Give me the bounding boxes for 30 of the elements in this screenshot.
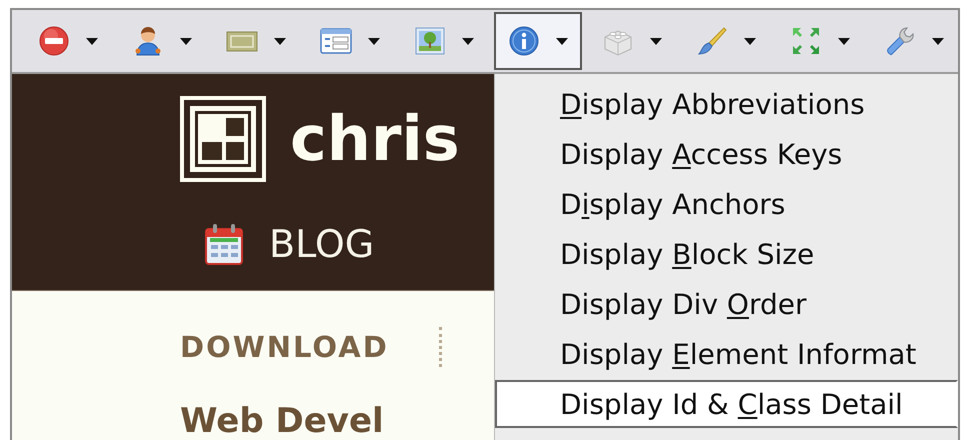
arrows-icon <box>790 25 822 57</box>
caret-icon <box>86 38 98 44</box>
caret-icon <box>744 38 756 44</box>
caret-icon <box>556 38 568 44</box>
nav-link[interactable]: BLOG <box>269 222 374 266</box>
caret-icon <box>650 38 662 44</box>
toolbar-button[interactable] <box>494 12 582 70</box>
caret-icon <box>462 38 474 44</box>
menu-item[interactable]: Display Access Keys <box>495 130 958 178</box>
caret-icon <box>932 38 944 44</box>
stop-icon <box>38 25 70 57</box>
info-icon <box>508 25 540 57</box>
picture-icon <box>414 25 446 57</box>
brush-icon <box>696 25 728 57</box>
site-logo-text[interactable]: chris <box>290 108 460 170</box>
calendar-icon <box>205 223 243 265</box>
menu-item[interactable]: Display Element Informat <box>495 330 958 378</box>
wrench-icon <box>884 25 916 57</box>
menu-item[interactable]: Display Id & Class Detail <box>495 380 958 428</box>
caret-icon <box>368 38 380 44</box>
nav-link[interactable]: DOWNLOAD <box>180 330 389 364</box>
caret-icon <box>838 38 850 44</box>
menu-item[interactable]: Display Div Order <box>495 280 958 328</box>
logo-icon <box>180 96 266 182</box>
menu-item[interactable]: Display Anchors <box>495 180 958 228</box>
caret-icon <box>180 38 192 44</box>
menu-item[interactable]: Display Block Size <box>495 230 958 278</box>
page-heading: Web Devel <box>180 401 384 440</box>
caret-icon <box>274 38 286 44</box>
menu-item[interactable]: Display Abbreviations <box>495 80 958 128</box>
